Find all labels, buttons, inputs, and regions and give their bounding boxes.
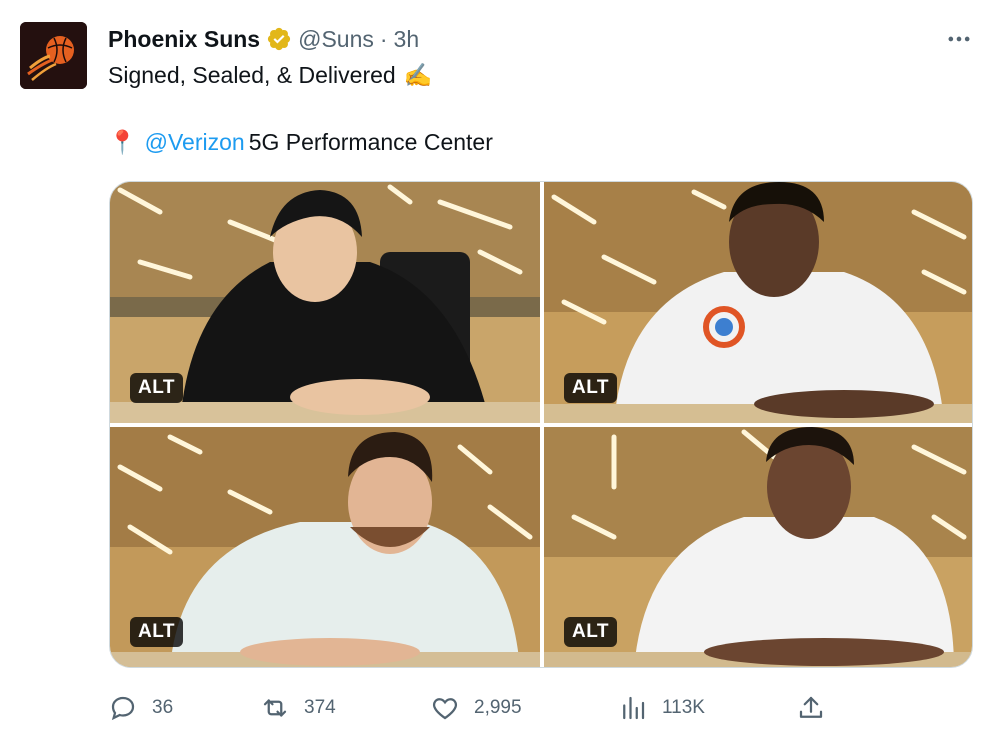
share-button[interactable]	[796, 690, 826, 726]
tweet-text: Signed, Sealed, & Delivered	[108, 62, 396, 88]
retweet-count: 374	[304, 697, 336, 718]
alt-badge[interactable]: ALT	[130, 617, 184, 647]
alt-badge[interactable]: ALT	[564, 373, 618, 403]
tweet-header: Phoenix Suns @Suns · 3h	[108, 24, 419, 54]
display-name[interactable]: Phoenix Suns	[108, 26, 260, 53]
like-count: 2,995	[474, 697, 522, 718]
pin-emoji: 📍	[108, 129, 137, 155]
views-count: 113K	[662, 697, 705, 718]
photo-3[interactable]: ALT	[110, 427, 540, 667]
location-text: 5G Performance Center	[248, 129, 493, 155]
handle[interactable]: @Suns	[298, 26, 374, 53]
more-options-icon[interactable]	[944, 24, 974, 54]
alt-badge[interactable]: ALT	[130, 373, 184, 403]
avatar[interactable]	[20, 22, 87, 89]
like-button[interactable]: 2,995	[430, 690, 522, 726]
views-chart-icon	[623, 696, 645, 720]
tweet-card[interactable]: Phoenix Suns @Suns · 3h Signed, Sealed, …	[0, 0, 1000, 742]
action-bar: 36 374 2,995 113K	[108, 690, 828, 726]
reply-count: 36	[152, 697, 174, 718]
heart-icon	[432, 698, 458, 720]
tweet-text-line-2: 📍 @Verizon 5G Performance Center	[108, 129, 493, 156]
separator-dot: ·	[379, 25, 388, 52]
share-icon	[799, 696, 823, 718]
media-grid: ALT ALT ALT ALT	[109, 181, 973, 668]
suns-logo-icon	[20, 22, 87, 89]
reply-button[interactable]: 36	[108, 690, 173, 726]
photo-2[interactable]: ALT	[544, 182, 972, 423]
views-button[interactable]: 113K	[618, 690, 705, 726]
retweet-button[interactable]: 374	[260, 690, 336, 726]
photo-1[interactable]: ALT	[110, 182, 540, 423]
reply-icon	[111, 696, 135, 721]
retweet-icon	[263, 699, 287, 717]
photo-4[interactable]: ALT	[544, 427, 972, 667]
writing-hand-emoji: ✍️	[403, 62, 433, 88]
timestamp[interactable]: 3h	[394, 26, 420, 53]
alt-badge[interactable]: ALT	[564, 617, 618, 647]
mention-link[interactable]: @Verizon	[145, 129, 245, 156]
verified-badge-icon	[266, 26, 292, 52]
tweet-text-line-1: Signed, Sealed, & Delivered ✍️	[108, 62, 432, 89]
